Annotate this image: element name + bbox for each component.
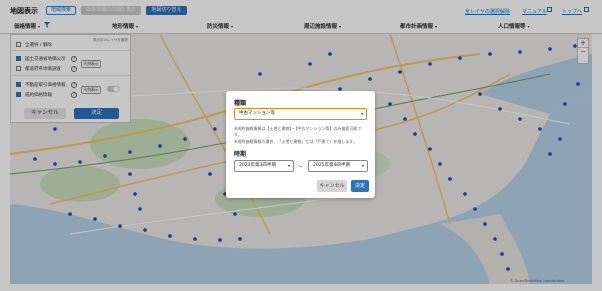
- chevron-down-icon: ▾: [361, 163, 364, 168]
- type-select-value: 中古マンション等: [239, 111, 275, 116]
- period-separator: 〜: [298, 165, 303, 170]
- chevron-down-icon: ▾: [360, 111, 363, 116]
- type-title: 種類: [234, 100, 247, 107]
- period-to-select[interactable]: 2025年第4四半期 ▾: [308, 160, 368, 172]
- period-to-value: 2025年第4四半期: [313, 163, 350, 168]
- search-condition-dialog: 種類 中古マンション等 ▾ ※成約価格情報は【土地と建物】・【中古マンション等】…: [226, 91, 375, 198]
- type-select[interactable]: 中古マンション等 ▾: [234, 108, 367, 120]
- period-from-value: 2023年第3四半期: [239, 163, 276, 168]
- dialog-ok-button[interactable]: 決定: [351, 180, 369, 192]
- dialog-cancel-button[interactable]: キャンセル: [317, 180, 347, 192]
- note-text: ※成約価格情報の場合、「土地と建物」とは「戸建て」を指します。: [234, 139, 357, 144]
- chevron-down-icon: ▾: [287, 163, 290, 168]
- period-from-select[interactable]: 2023年第3四半期 ▾: [234, 160, 294, 172]
- period-title: 時期: [234, 151, 247, 158]
- note-text: ※成約価格情報は【土地と建物】・【中古マンション等】のみ検索可能です。: [234, 126, 362, 137]
